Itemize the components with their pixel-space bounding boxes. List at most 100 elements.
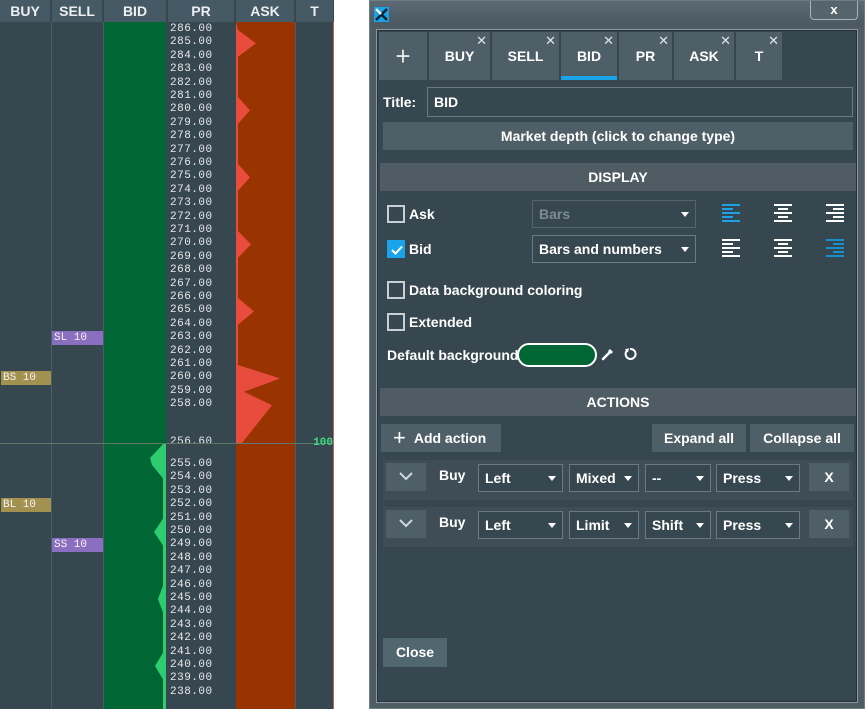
- order-type-select[interactable]: Limit: [569, 511, 639, 539]
- add-column-tab[interactable]: +: [379, 32, 427, 80]
- bid-align-center-icon[interactable]: [773, 238, 793, 258]
- price-cell[interactable]: 270.00: [170, 237, 232, 249]
- tab-close-icon[interactable]: ✕: [545, 34, 556, 47]
- price-cell[interactable]: 249.00: [170, 538, 232, 550]
- modifier-select[interactable]: Shift: [645, 511, 711, 539]
- default-background-swatch[interactable]: [517, 343, 597, 367]
- ask-align-center-icon[interactable]: [773, 203, 793, 223]
- tab-bid[interactable]: BID ✕: [561, 32, 617, 80]
- data-bg-coloring-row[interactable]: Data background coloring: [387, 280, 582, 300]
- tab-close-icon[interactable]: ✕: [658, 34, 669, 47]
- price-cell[interactable]: 238.00: [170, 686, 232, 698]
- tab-buy[interactable]: BUY ✕: [429, 32, 490, 80]
- extended-checkbox[interactable]: [387, 313, 405, 331]
- price-cell[interactable]: 244.00: [170, 605, 232, 617]
- price-cell[interactable]: 251.00: [170, 512, 232, 524]
- price-cell[interactable]: 280.00: [170, 103, 232, 115]
- price-cell[interactable]: 265.00: [170, 304, 232, 316]
- price-cell[interactable]: 254.00: [170, 471, 232, 483]
- expand-all-button[interactable]: Expand all: [652, 424, 746, 452]
- column-header-pr[interactable]: PR: [168, 0, 235, 22]
- price-cell[interactable]: 259.00: [170, 385, 232, 397]
- expand-action-button[interactable]: [386, 463, 426, 491]
- price-cell[interactable]: 239.00: [170, 672, 232, 684]
- bid-align-left-icon[interactable]: [722, 238, 742, 258]
- eyedropper-icon[interactable]: [600, 346, 616, 362]
- expand-action-button[interactable]: [386, 510, 426, 538]
- add-action-button[interactable]: + Add action: [381, 424, 501, 452]
- collapse-all-button[interactable]: Collapse all: [750, 424, 854, 452]
- price-cell[interactable]: 242.00: [170, 632, 232, 644]
- price-cell[interactable]: 252.00: [170, 498, 232, 510]
- price-cell[interactable]: 266.00: [170, 291, 232, 303]
- tab-sell[interactable]: SELL ✕: [492, 32, 559, 80]
- modifier-select[interactable]: --: [645, 464, 711, 492]
- price-cell[interactable]: 272.00: [170, 211, 232, 223]
- price-cell[interactable]: 283.00: [170, 63, 232, 75]
- order-tag-buy[interactable]: BL 10: [1, 498, 51, 513]
- price-cell[interactable]: 243.00: [170, 619, 232, 631]
- event-select[interactable]: Press: [716, 511, 800, 539]
- tab-pr[interactable]: PR ✕: [619, 32, 672, 80]
- change-type-button[interactable]: Market depth (click to change type): [383, 122, 853, 150]
- column-header-sell[interactable]: SELL: [52, 0, 103, 22]
- price-cell[interactable]: 276.00: [170, 157, 232, 169]
- price-cell[interactable]: 253.00: [170, 485, 232, 497]
- order-tag-sell[interactable]: SS 10: [52, 538, 103, 553]
- tab-close-icon[interactable]: ✕: [603, 34, 614, 47]
- remove-action-button[interactable]: X: [809, 463, 849, 491]
- ask-checkbox-row[interactable]: Ask: [387, 204, 435, 224]
- price-cell[interactable]: 245.00: [170, 592, 232, 604]
- price-cell[interactable]: 263.00: [170, 331, 232, 343]
- price-cell[interactable]: 255.00: [170, 458, 232, 470]
- price-cell[interactable]: 281.00: [170, 90, 232, 102]
- bid-mode-select[interactable]: Bars and numbers: [532, 235, 696, 263]
- price-cell[interactable]: 264.00: [170, 318, 232, 330]
- price-cell[interactable]: 267.00: [170, 278, 232, 290]
- window-close-button[interactable]: x: [810, 1, 858, 20]
- price-cell[interactable]: 278.00: [170, 130, 232, 142]
- price-cell[interactable]: 273.00: [170, 197, 232, 209]
- data-bg-coloring-checkbox[interactable]: [387, 281, 405, 299]
- price-cell[interactable]: 284.00: [170, 50, 232, 62]
- last-price-cell[interactable]: 256.60: [170, 436, 232, 448]
- ask-align-left-icon[interactable]: [722, 203, 742, 223]
- tab-close-icon[interactable]: ✕: [476, 34, 487, 47]
- price-cell[interactable]: 268.00: [170, 264, 232, 276]
- tab-t[interactable]: T ✕: [736, 32, 782, 80]
- price-cell[interactable]: 269.00: [170, 251, 232, 263]
- order-tag-sell[interactable]: SL 10: [52, 331, 103, 346]
- reset-icon[interactable]: [623, 347, 637, 361]
- ask-checkbox[interactable]: [387, 205, 405, 223]
- price-cell[interactable]: 262.00: [170, 345, 232, 357]
- title-input[interactable]: [427, 87, 853, 117]
- price-cell[interactable]: 246.00: [170, 579, 232, 591]
- column-header-t[interactable]: T: [296, 0, 334, 22]
- price-ladder[interactable]: BUY SELL BID PR ASK T 286.00 285.00 284.00…: [0, 0, 334, 709]
- column-header-buy[interactable]: BUY: [0, 0, 51, 22]
- price-cell[interactable]: 258.00: [170, 398, 232, 410]
- price-cell[interactable]: 260.00: [170, 371, 232, 383]
- event-select[interactable]: Press: [716, 464, 800, 492]
- price-cell[interactable]: 285.00: [170, 36, 232, 48]
- mouse-button-select[interactable]: Left: [478, 511, 563, 539]
- mouse-button-select[interactable]: Left: [478, 464, 563, 492]
- price-cell[interactable]: 275.00: [170, 170, 232, 182]
- price-cell[interactable]: 241.00: [170, 646, 232, 658]
- ask-align-right-icon[interactable]: [824, 203, 844, 223]
- bid-align-right-icon[interactable]: [824, 238, 844, 258]
- tab-ask[interactable]: ASK ✕: [674, 32, 734, 80]
- tab-close-icon[interactable]: ✕: [768, 34, 779, 47]
- extended-row[interactable]: Extended: [387, 312, 472, 332]
- tab-close-icon[interactable]: ✕: [720, 34, 731, 47]
- price-cell[interactable]: 271.00: [170, 224, 232, 236]
- price-cell[interactable]: 247.00: [170, 565, 232, 577]
- price-cell[interactable]: 286.00: [170, 23, 232, 35]
- price-cell[interactable]: 279.00: [170, 117, 232, 129]
- price-cell[interactable]: 261.00: [170, 358, 232, 370]
- order-tag-buy[interactable]: BS 10: [1, 371, 51, 386]
- remove-action-button[interactable]: X: [809, 510, 849, 538]
- price-cell[interactable]: 274.00: [170, 184, 232, 196]
- price-cell[interactable]: 277.00: [170, 144, 232, 156]
- bid-checkbox-row[interactable]: Bid: [387, 239, 432, 259]
